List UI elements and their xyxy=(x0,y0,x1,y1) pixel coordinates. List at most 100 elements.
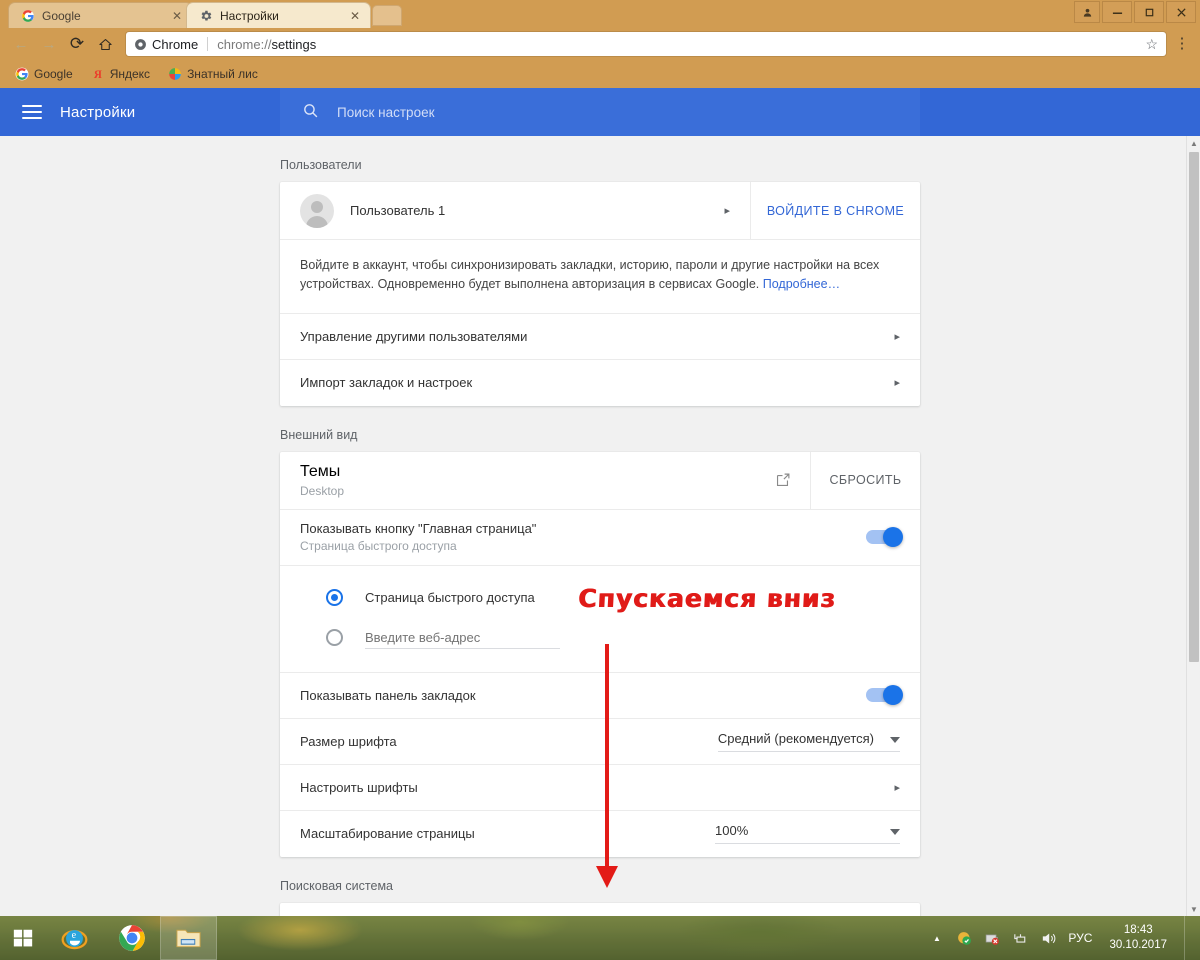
bookmarks-bar: Google Я Яндекс Знатный лис xyxy=(0,60,1200,88)
browser-tab-google[interactable]: Google ✕ xyxy=(8,2,193,28)
taskbar-item-file-explorer[interactable] xyxy=(160,916,217,960)
desktop-taskbar-area: e ▲ РУС 18:43 30.10.2017 xyxy=(0,916,1200,960)
close-button[interactable] xyxy=(1166,1,1196,23)
browser-window-frame: Google ✕ Настройки ✕ ← → ⟳ Chrome chrome… xyxy=(0,0,1200,88)
svg-text:e: e xyxy=(72,929,77,940)
svg-text:Я: Я xyxy=(94,69,102,81)
volume-icon[interactable] xyxy=(1040,930,1057,947)
user-profile-icon[interactable] xyxy=(1074,1,1100,23)
show-bookmarks-bar-toggle[interactable] xyxy=(866,685,903,706)
site-chip-label: Chrome xyxy=(152,36,199,52)
themes-value: Desktop xyxy=(300,483,345,498)
clock-time: 18:43 xyxy=(1123,924,1153,936)
show-home-button-sub: Страница быстрого доступа xyxy=(300,539,457,554)
settings-header: Настройки Поиск настроек xyxy=(0,88,1200,136)
page-zoom-value: 100% xyxy=(715,823,749,839)
page-scrollbar[interactable]: ▲ ▼ xyxy=(1186,136,1200,916)
back-icon[interactable]: ← xyxy=(8,31,34,57)
reload-icon[interactable]: ⟳ xyxy=(64,31,90,57)
chevron-right-icon: ▸ xyxy=(724,205,730,217)
new-tab-button[interactable] xyxy=(372,5,402,26)
system-tray: ▲ РУС 18:43 30.10.2017 xyxy=(928,916,1200,960)
font-size-select[interactable]: Средний (рекомендуется) xyxy=(717,731,900,752)
bookmark-google[interactable]: Google xyxy=(8,65,80,83)
tray-expand-icon[interactable]: ▲ xyxy=(928,930,945,947)
show-home-button-label: Показывать кнопку "Главная страница" xyxy=(300,521,537,537)
start-button[interactable] xyxy=(0,916,46,960)
show-home-button-row[interactable]: Показывать кнопку "Главная страница" Стр… xyxy=(280,510,920,566)
external-link-icon[interactable] xyxy=(754,452,810,509)
close-icon[interactable]: ✕ xyxy=(162,9,182,23)
annotation-down-arrow xyxy=(596,644,618,894)
profile-info[interactable]: Пользователь 1 ▸ xyxy=(280,182,750,239)
section-title-users: Пользователи xyxy=(280,158,362,172)
scroll-up-icon[interactable]: ▲ xyxy=(1187,136,1200,150)
address-bar-url: chrome://settings xyxy=(217,36,317,52)
antivirus-icon[interactable] xyxy=(956,930,973,947)
row-label: Управление другими пользователями xyxy=(300,328,528,344)
forward-icon[interactable]: → xyxy=(36,31,62,57)
page-zoom-label: Масштабирование страницы xyxy=(300,826,475,842)
page-title: Настройки xyxy=(60,103,136,121)
chrome-icon xyxy=(118,925,145,951)
bookmark-star-icon[interactable]: ☆ xyxy=(1145,36,1158,53)
themes-row[interactable]: Темы Desktop СБРОСИТЬ xyxy=(280,451,920,510)
taskbar-item-internet-explorer[interactable]: e xyxy=(46,916,103,960)
themes-label: Темы xyxy=(300,462,341,480)
address-bar[interactable]: Chrome chrome://settings ☆ xyxy=(126,32,1166,56)
bookmark-label: Знатный лис xyxy=(187,67,258,81)
bookmark-znatny-lis[interactable]: Знатный лис xyxy=(161,65,265,83)
windows-logo-icon xyxy=(13,929,33,947)
bookmark-yandex[interactable]: Я Яндекс xyxy=(84,65,157,83)
settings-content: Пользователи Пользователь 1 ▸ ВОЙДИТЕ В … xyxy=(0,136,1186,916)
show-home-button-toggle[interactable] xyxy=(866,527,903,548)
window-controls xyxy=(1074,1,1196,23)
users-card: Пользователь 1 ▸ ВОЙДИТЕ В CHROME Войдит… xyxy=(280,182,920,406)
minimize-button[interactable] xyxy=(1102,1,1132,23)
omnibox-divider xyxy=(207,37,209,51)
radio-selected-icon[interactable] xyxy=(326,589,343,607)
chevron-right-icon: ▸ xyxy=(894,377,900,390)
chevron-right-icon: ▸ xyxy=(894,781,900,794)
close-icon[interactable]: ✕ xyxy=(340,9,360,23)
chrome-menu-icon[interactable]: ⋮ xyxy=(1172,36,1192,51)
maximize-button[interactable] xyxy=(1134,1,1164,23)
themes-info[interactable]: Темы Desktop xyxy=(280,452,754,509)
section-title-search-engine: Поисковая система xyxy=(280,878,393,893)
browser-toolbar: ← → ⟳ Chrome chrome://settings ☆ ⋮ xyxy=(0,28,1200,60)
taskbar-clock[interactable]: 18:43 30.10.2017 xyxy=(1103,923,1173,953)
battery-icon[interactable] xyxy=(984,930,1001,947)
internet-explorer-icon: e xyxy=(61,929,88,949)
home-option-ntp-label: Страница быстрого доступа xyxy=(365,590,535,606)
scroll-down-icon[interactable]: ▼ xyxy=(1187,902,1200,916)
chevron-down-icon xyxy=(890,829,900,836)
reset-theme-button[interactable]: СБРОСИТЬ xyxy=(810,451,920,509)
profile-row[interactable]: Пользователь 1 ▸ ВОЙДИТЕ В CHROME xyxy=(280,182,920,240)
import-bookmarks-row[interactable]: Импорт закладок и настроек ▸ xyxy=(280,360,920,406)
customize-fonts-label: Настроить шрифты xyxy=(300,779,418,795)
show-desktop-button[interactable] xyxy=(1184,916,1192,960)
sign-in-chrome-button[interactable]: ВОЙДИТЕ В CHROME xyxy=(750,182,920,239)
bookmark-label: Google xyxy=(34,67,73,81)
page-zoom-select[interactable]: 100% xyxy=(715,823,900,845)
browser-tab-settings[interactable]: Настройки ✕ xyxy=(186,2,371,28)
language-indicator[interactable]: РУС xyxy=(1068,931,1092,945)
home-url-input[interactable] xyxy=(365,626,560,649)
network-icon[interactable] xyxy=(1012,930,1029,947)
radio-unselected-icon[interactable] xyxy=(326,629,343,647)
manage-other-users-row[interactable]: Управление другими пользователями ▸ xyxy=(280,314,920,360)
taskbar-item-chrome[interactable] xyxy=(103,916,160,960)
site-chip: Chrome xyxy=(134,37,198,52)
tab-strip: Google ✕ Настройки ✕ xyxy=(0,0,1200,28)
scrollbar-thumb[interactable] xyxy=(1189,152,1199,662)
profile-name: Пользователь 1 xyxy=(350,203,446,218)
clock-date: 30.10.2017 xyxy=(1109,939,1167,951)
yandex-icon: Я xyxy=(94,69,102,81)
search-settings-input[interactable]: Поиск настроек xyxy=(280,88,920,136)
home-icon[interactable] xyxy=(92,31,118,57)
tab-title: Google xyxy=(42,8,81,23)
show-bookmarks-bar-label: Показывать панель закладок xyxy=(300,687,476,703)
hamburger-menu-icon[interactable] xyxy=(22,105,42,119)
font-size-label: Размер шрифта xyxy=(300,733,397,749)
learn-more-link[interactable]: Подробнее… xyxy=(763,277,840,291)
